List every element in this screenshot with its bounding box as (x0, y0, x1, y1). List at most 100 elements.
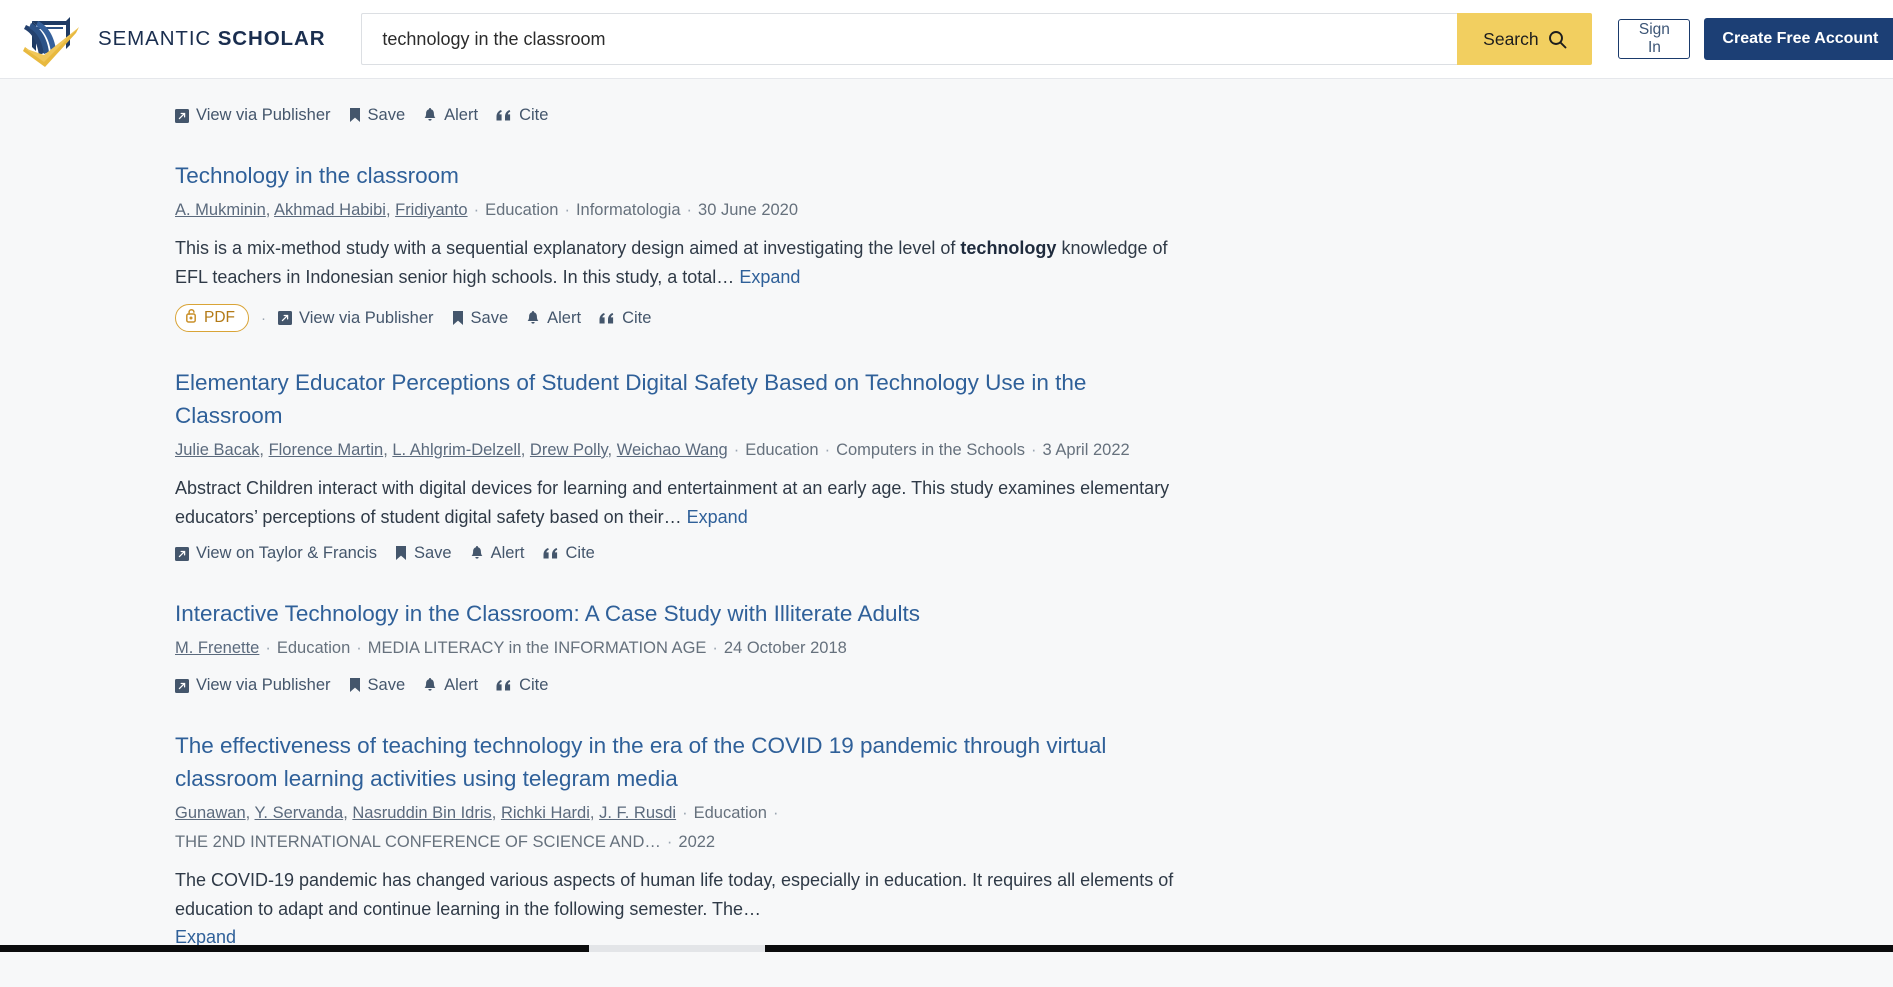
quote-icon (496, 679, 512, 692)
author-link[interactable]: Akhmad Habibi (274, 201, 386, 219)
separator-dot: · (261, 310, 266, 327)
save-action[interactable]: Save (349, 676, 406, 695)
search-button-label: Search (1483, 29, 1538, 50)
bookmark-icon (452, 311, 464, 326)
save-action[interactable]: Save (452, 309, 509, 328)
save-action[interactable]: Save (395, 544, 452, 563)
action-label: View via Publisher (196, 676, 331, 695)
result-item: The effectiveness of teaching technology… (0, 729, 1355, 952)
action-label: View on Taylor & Francis (196, 544, 377, 563)
author-link[interactable]: Fridiyanto (395, 201, 467, 219)
result-title-link[interactable]: The effectiveness of teaching technology… (175, 729, 1180, 795)
semantic-scholar-logo-icon (22, 11, 84, 67)
author-link[interactable]: A. Mukminin (175, 201, 266, 219)
action-label: View via Publisher (299, 309, 434, 328)
bookmark-icon (349, 678, 361, 693)
cite-action[interactable]: Cite (496, 676, 548, 695)
spacer (0, 332, 1893, 366)
action-label: Alert (444, 106, 478, 125)
external-link-icon (175, 547, 189, 561)
alert-action[interactable]: Alert (423, 676, 478, 695)
author-link[interactable]: Drew Polly (530, 441, 608, 459)
action-label: Cite (519, 676, 548, 695)
author-link[interactable]: L. Ahlgrim-Delzell (392, 441, 520, 459)
author-link[interactable]: Y. Servanda (255, 804, 344, 822)
site-header: SEMANTIC SCHOLAR Search Sign In Create F… (0, 0, 1893, 79)
cite-action[interactable]: Cite (496, 106, 548, 125)
author-link[interactable]: Julie Bacak (175, 441, 259, 459)
view-via-publisher-action[interactable]: View via Publisher (278, 309, 434, 328)
result-meta: Julie Bacak, Florence Martin, L. Ahlgrim… (175, 436, 1185, 465)
abstract-text: The COVID-19 pandemic has changed variou… (175, 870, 1173, 919)
result-meta: M. Frenette·Education·MEDIA LITERACY in … (175, 634, 1185, 663)
alert-action[interactable]: Alert (423, 106, 478, 125)
action-label: Save (368, 676, 406, 695)
alert-action[interactable]: Alert (470, 544, 525, 563)
sign-in-button[interactable]: Sign In (1618, 19, 1690, 59)
search-results-list: View via Publisher Save Alert Cite (0, 79, 1893, 952)
action-label: Cite (622, 309, 651, 328)
bell-icon (470, 546, 484, 561)
external-link-icon (175, 679, 189, 693)
result-date: 2022 (678, 833, 715, 851)
result-title-link[interactable]: Interactive Technology in the Classroom:… (175, 597, 1180, 630)
abstract-text: Abstract Children interact with digital … (175, 478, 1169, 527)
action-label: Alert (491, 544, 525, 563)
result-item: Interactive Technology in the Classroom:… (0, 597, 1355, 695)
result-item: Technology in the classroom A. Mukminin,… (0, 159, 1355, 332)
result-abstract: The COVID-19 pandemic has changed variou… (175, 866, 1180, 952)
view-via-publisher-action[interactable]: View via Publisher (175, 106, 331, 125)
header-actions: Sign In Create Free Account (1618, 18, 1893, 60)
author-link[interactable]: J. F. Rusdi (599, 804, 676, 822)
result-meta: Gunawan, Y. Servanda, Nasruddin Bin Idri… (175, 799, 1185, 857)
create-free-account-button[interactable]: Create Free Account (1704, 18, 1893, 60)
alert-action[interactable]: Alert (526, 309, 581, 328)
expand-link[interactable]: Expand (739, 267, 800, 287)
brand-logo-link[interactable]: SEMANTIC SCHOLAR (22, 11, 325, 67)
external-link-icon (278, 311, 292, 325)
footer-edge (0, 945, 1893, 952)
result-item-partial: View via Publisher Save Alert Cite (0, 79, 1355, 125)
action-label: Cite (566, 544, 595, 563)
result-actions: View via Publisher Save Alert Cite (175, 676, 1355, 695)
result-date: 24 October 2018 (724, 639, 847, 657)
action-label: Cite (519, 106, 548, 125)
result-field: Education (277, 639, 350, 657)
search-bar: Search (361, 13, 1592, 65)
author-link[interactable]: M. Frenette (175, 639, 259, 657)
result-title-link[interactable]: Elementary Educator Perceptions of Stude… (175, 366, 1180, 432)
author-link[interactable]: Weichao Wang (617, 441, 728, 459)
cite-action[interactable]: Cite (543, 544, 595, 563)
bookmark-icon (349, 108, 361, 123)
expand-link[interactable]: Expand (687, 507, 748, 527)
search-button[interactable]: Search (1457, 13, 1592, 65)
result-actions: View via Publisher Save Alert Cite (175, 106, 1355, 125)
pdf-badge[interactable]: PDF (175, 304, 249, 332)
author-link[interactable]: Nasruddin Bin Idris (352, 804, 491, 822)
result-venue: Informatologia (576, 201, 681, 219)
action-label: View via Publisher (196, 106, 331, 125)
result-venue: MEDIA LITERACY in the INFORMATION AGE (368, 639, 707, 657)
quote-icon (599, 312, 615, 325)
bell-icon (423, 678, 437, 693)
brand-name: SEMANTIC SCHOLAR (98, 27, 325, 51)
spacer (0, 695, 1893, 729)
result-field: Education (485, 201, 558, 219)
result-field: Education (745, 441, 818, 459)
cite-action[interactable]: Cite (599, 309, 651, 328)
open-access-icon (186, 308, 197, 328)
result-date: 3 April 2022 (1043, 441, 1130, 459)
action-label: Alert (444, 676, 478, 695)
pdf-badge-label: PDF (204, 309, 235, 327)
result-title-link[interactable]: Technology in the classroom (175, 159, 1180, 192)
bookmark-icon (395, 546, 407, 561)
author-link[interactable]: Richki Hardi (501, 804, 590, 822)
view-on-publisher-action[interactable]: View on Taylor & Francis (175, 544, 377, 563)
view-via-publisher-action[interactable]: View via Publisher (175, 676, 331, 695)
result-date: 30 June 2020 (698, 201, 798, 219)
author-link[interactable]: Gunawan (175, 804, 246, 822)
search-input[interactable] (361, 13, 1457, 65)
author-link[interactable]: Florence Martin (269, 441, 384, 459)
save-action[interactable]: Save (349, 106, 406, 125)
result-actions: PDF · View via Publisher Save Alert (175, 304, 1355, 332)
